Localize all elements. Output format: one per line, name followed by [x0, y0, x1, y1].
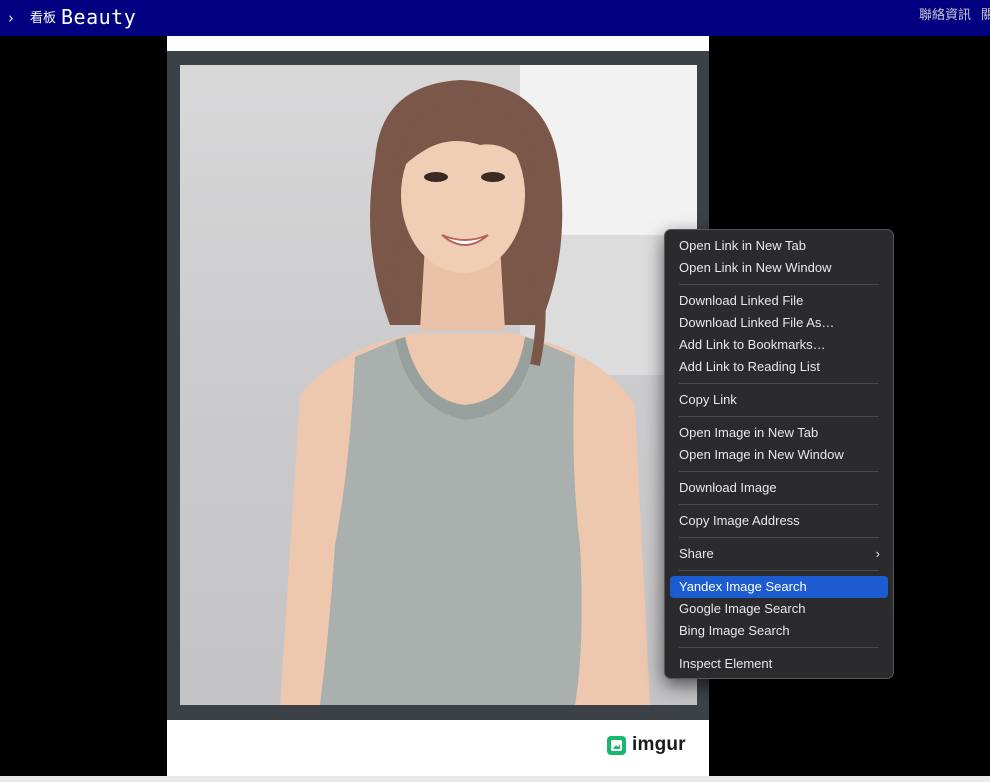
menu-copy-image-address[interactable]: Copy Image Address — [670, 510, 888, 532]
imgur-logo-icon — [607, 735, 626, 755]
menu-open-link-new-window[interactable]: Open Link in New Window — [670, 257, 888, 279]
menu-inspect-element[interactable]: Inspect Element — [670, 653, 888, 675]
photo-illustration — [280, 65, 697, 705]
photo-of-woman[interactable] — [180, 65, 697, 705]
menu-open-link-new-tab[interactable]: Open Link in New Tab — [670, 235, 888, 257]
menu-share[interactable]: Share › — [670, 543, 888, 565]
header-link-truncated[interactable]: 關 — [981, 8, 990, 23]
menu-separator — [679, 416, 879, 417]
context-menu: Open Link in New Tab Open Link in New Wi… — [664, 229, 894, 679]
menu-google-image-search[interactable]: Google Image Search — [670, 598, 888, 620]
menu-yandex-image-search[interactable]: Yandex Image Search — [670, 576, 888, 598]
chevron-right-icon: › — [875, 546, 880, 561]
menu-separator — [679, 284, 879, 285]
menu-separator — [679, 504, 879, 505]
menu-separator — [679, 570, 879, 571]
menu-download-linked-file[interactable]: Download Linked File — [670, 290, 888, 312]
menu-copy-link[interactable]: Copy Link — [670, 389, 888, 411]
menu-download-linked-file-as[interactable]: Download Linked File As… — [670, 312, 888, 334]
menu-bing-image-search[interactable]: Bing Image Search — [670, 620, 888, 642]
board-label: 看板 — [30, 11, 57, 26]
menu-separator — [679, 647, 879, 648]
menu-add-link-to-bookmarks[interactable]: Add Link to Bookmarks… — [670, 334, 888, 356]
top-bar: › 看板 Beauty 聯絡資訊關 — [0, 0, 990, 36]
chevron-right-icon[interactable]: › — [8, 8, 20, 28]
menu-separator — [679, 471, 879, 472]
imgur-wordmark: imgur — [632, 734, 686, 755]
menu-open-image-new-tab[interactable]: Open Image in New Tab — [670, 422, 888, 444]
contact-info-link[interactable]: 聯絡資訊 — [919, 8, 971, 23]
menu-separator — [679, 537, 879, 538]
imgur-logo[interactable]: imgur — [607, 733, 686, 757]
menu-download-image[interactable]: Download Image — [670, 477, 888, 499]
image-frame — [167, 51, 709, 720]
article-panel: imgur — [167, 36, 709, 776]
board-name-link[interactable]: Beauty — [61, 4, 136, 30]
menu-share-label: Share — [679, 546, 714, 561]
menu-add-link-to-reading-list[interactable]: Add Link to Reading List — [670, 356, 888, 378]
menu-separator — [679, 383, 879, 384]
menu-open-image-new-window[interactable]: Open Image in New Window — [670, 444, 888, 466]
header-links: 聯絡資訊關 — [919, 6, 990, 26]
bottom-strip — [0, 776, 990, 782]
